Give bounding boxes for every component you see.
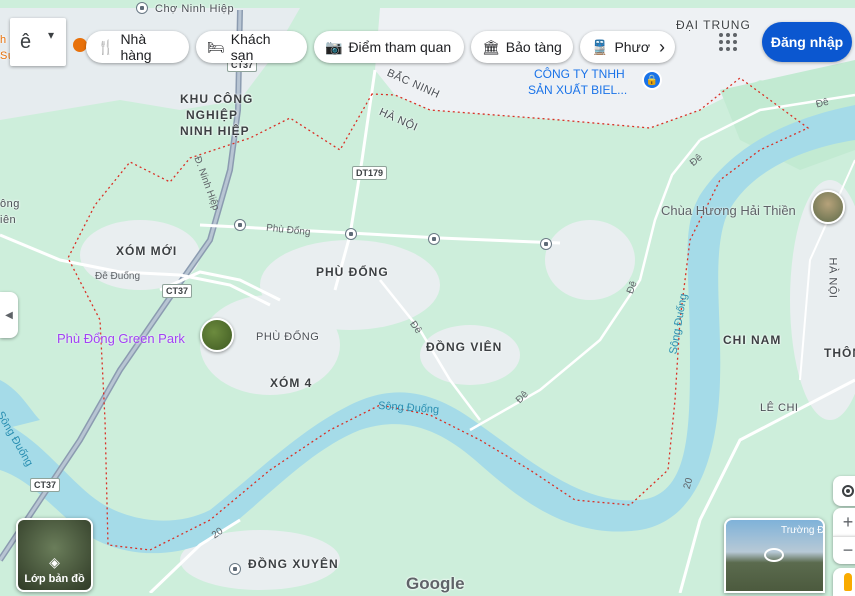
chip-label: Phươ [614, 39, 651, 55]
place-xom-moi[interactable]: XÓM MỚI [116, 244, 177, 258]
shield-ct37-bottom: CT37 [30, 478, 61, 492]
bus-stop-icon[interactable] [428, 233, 440, 245]
chip-hotels[interactable]: 🛏 Khách sạn [196, 31, 307, 63]
zoom-in-button[interactable]: + [833, 508, 855, 536]
place-dong-vien[interactable]: ĐỒNG VIÊN [426, 340, 502, 354]
road-label-de-duong: Đê Đuống [95, 271, 141, 282]
sign-in-label: Đăng nhập [770, 34, 844, 50]
camera-icon: 📷 [325, 38, 343, 55]
bus-stop-icon[interactable] [540, 238, 552, 250]
lock-icon[interactable]: 🔒 [642, 70, 662, 90]
layers-label: Lớp bản đồ [24, 573, 85, 585]
chip-attractions[interactable]: 📷 Điểm tham quan [314, 31, 464, 63]
target-location-icon [842, 485, 854, 497]
chips-next-chevron-icon[interactable]: › [659, 37, 665, 58]
restaurant-marker-icon[interactable] [73, 38, 87, 52]
village-east [545, 220, 635, 300]
place-kcn-3[interactable]: NINH HIỆP [180, 124, 250, 138]
collapse-side-panel-button[interactable]: ◀ [0, 292, 18, 338]
plus-icon: + [842, 511, 854, 532]
place-kcn-2[interactable]: NGHIỆP [186, 108, 238, 122]
place-thon[interactable]: THÔN [824, 346, 855, 360]
poi-company-line1[interactable]: CÔNG TY TNHH [534, 67, 625, 81]
chip-label: Điểm tham quan [348, 39, 452, 55]
place-xom-4[interactable]: XÓM 4 [270, 376, 312, 390]
place-left-edge-2: iên [0, 214, 17, 226]
google-logo: Google [406, 574, 465, 593]
street-view-thumbnail[interactable]: Trường Đại Học [724, 518, 825, 593]
sign-in-button[interactable]: Đăng nhập [762, 22, 852, 62]
zoom-out-button[interactable]: − [833, 536, 855, 564]
place-phu-dong-small[interactable]: PHÙ ĐỔNG [256, 331, 319, 343]
place-truong-dai-hoc: Trường Đại Học [781, 525, 825, 536]
place-left-cut: h [0, 34, 7, 46]
layers-button[interactable]: ◈ Lớp bản đồ [16, 518, 93, 592]
museum-icon: 🏛 [482, 38, 500, 55]
place-phu-dong[interactable]: PHÙ ĐỔNG [316, 265, 389, 279]
dropdown-arrow-icon[interactable]: ▾ [48, 28, 54, 42]
rotate-360-icon [764, 548, 784, 562]
bus-stop-icon[interactable] [345, 228, 357, 240]
poi-chua-huong-hai-thien[interactable]: Chùa Hương Hải Thiền [661, 203, 796, 218]
place-left-edge: ông [0, 198, 20, 210]
place-kcn-1[interactable]: KHU CÔNG [180, 92, 253, 106]
pegman-icon [844, 573, 852, 591]
place-le-chi[interactable]: LÊ CHI [760, 402, 798, 414]
minus-icon: − [842, 540, 854, 560]
bus-stop-icon[interactable] [136, 2, 148, 14]
chip-museums[interactable]: 🏛 Bảo tàng [471, 31, 573, 63]
chip-label: Khách sạn [230, 31, 271, 63]
bus-stop-icon[interactable] [229, 563, 241, 575]
poi-company-line2[interactable]: SẢN XUẤT BIEL... [528, 83, 627, 97]
search-box-language-toggle[interactable]: ê ▾ [10, 18, 66, 66]
poi-green-park[interactable]: Phù Đổng Green Park [57, 331, 185, 346]
my-location-button[interactable] [833, 476, 855, 506]
place-dai-trung[interactable]: ĐẠI TRUNG [676, 18, 751, 32]
chevron-left-icon: ◀ [5, 309, 13, 321]
transit-icon: 🚆 [591, 38, 609, 55]
bus-stop-icon[interactable] [234, 219, 246, 231]
chip-label: Bảo tàng [505, 39, 562, 55]
bed-icon: 🛏 [207, 38, 225, 55]
layers-icon: ◈ [49, 554, 60, 570]
shield-ct37: CT37 [162, 284, 193, 298]
pegman-button[interactable] [833, 568, 855, 596]
chip-restaurants[interactable]: 🍴 Nhà hàng [86, 31, 189, 63]
chua-photo-thumbnail[interactable] [811, 190, 845, 224]
lang-glyph: ê [20, 30, 32, 53]
province-label-ha-noi-right: HÀ NỘI [826, 257, 839, 299]
green-park-photo-thumbnail[interactable] [200, 318, 234, 352]
chip-transit[interactable]: 🚆 Phươ › [580, 31, 675, 63]
shield-dt179: DT179 [352, 166, 388, 180]
chip-label: Nhà hàng [120, 31, 152, 63]
place-chi-nam[interactable]: CHI NAM [723, 333, 781, 347]
apps-grid-icon[interactable] [719, 33, 737, 51]
place-dong-xuyen[interactable]: ĐỒNG XUYÊN [248, 557, 339, 571]
fork-knife-icon: 🍴 [97, 38, 115, 55]
place-ninh-hiep-market[interactable]: Chợ Ninh Hiệp [155, 3, 234, 15]
